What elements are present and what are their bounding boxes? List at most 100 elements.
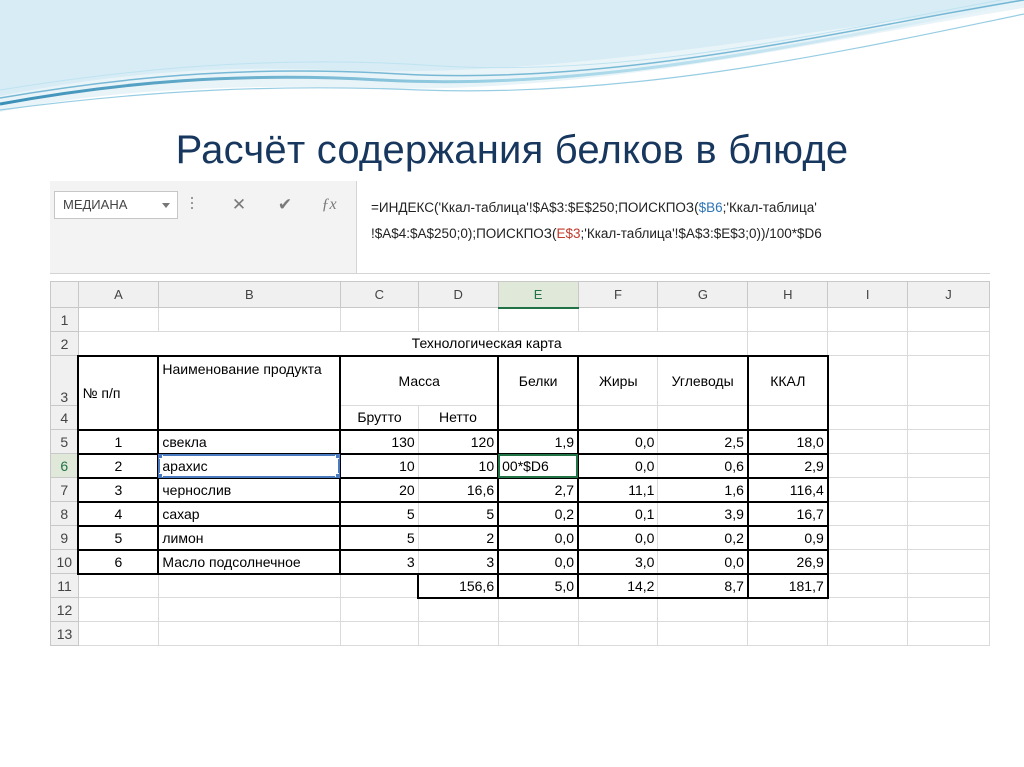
- row-header[interactable]: 2: [50, 331, 79, 356]
- cell-net[interactable]: 10: [417, 453, 500, 479]
- cell[interactable]: [827, 573, 909, 598]
- cell-num[interactable]: 2: [77, 453, 160, 479]
- check-icon[interactable]: ✔: [268, 191, 302, 219]
- cell[interactable]: [77, 307, 159, 332]
- column-header[interactable]: I: [827, 281, 909, 308]
- column-header[interactable]: C: [339, 281, 419, 308]
- cell[interactable]: [157, 307, 341, 332]
- cell[interactable]: [747, 621, 829, 646]
- cell-net[interactable]: 120: [417, 429, 500, 455]
- header-fat-cell[interactable]: Жиры: [577, 354, 659, 406]
- cell[interactable]: [827, 453, 909, 478]
- cell[interactable]: [907, 477, 990, 502]
- header-num-cell[interactable]: № п/п: [77, 354, 160, 431]
- cell-fat[interactable]: 0,0: [577, 453, 659, 479]
- total-carbs[interactable]: 8,7: [657, 573, 749, 599]
- cell[interactable]: [747, 307, 829, 332]
- header-carbs-cell[interactable]: Углеводы: [657, 354, 749, 406]
- cell-name[interactable]: свекла: [157, 429, 342, 455]
- cell[interactable]: [747, 405, 829, 431]
- column-header[interactable]: J: [907, 281, 990, 308]
- cell[interactable]: [907, 355, 990, 406]
- cell-protein[interactable]: 0,2: [497, 501, 580, 527]
- cell-fat[interactable]: 0,0: [577, 429, 659, 455]
- cell-gross[interactable]: 5: [339, 525, 419, 551]
- cell[interactable]: [827, 597, 909, 622]
- cell[interactable]: [497, 621, 579, 646]
- cell-kcal[interactable]: 2,9: [747, 453, 829, 479]
- cell-carbs[interactable]: 0,6: [657, 453, 749, 479]
- header-gross-cell[interactable]: Брутто: [339, 405, 419, 431]
- cell-gross[interactable]: 5: [339, 501, 419, 527]
- cell[interactable]: [577, 621, 659, 646]
- cell[interactable]: [827, 477, 909, 502]
- column-header[interactable]: D: [417, 281, 499, 308]
- cell-name[interactable]: сахар: [157, 501, 342, 527]
- cell[interactable]: [827, 405, 909, 430]
- header-name-cell[interactable]: Наименование продукта: [157, 354, 342, 431]
- cell-gross[interactable]: 20: [339, 477, 419, 503]
- cell[interactable]: [157, 597, 341, 622]
- column-header[interactable]: A: [77, 281, 159, 308]
- row-header[interactable]: 8: [50, 501, 79, 526]
- column-header[interactable]: B: [157, 281, 341, 308]
- row-header[interactable]: 7: [50, 477, 79, 502]
- total-fat[interactable]: 14,2: [577, 573, 659, 599]
- cell-name[interactable]: лимон: [157, 525, 342, 551]
- cell[interactable]: [827, 525, 909, 550]
- cell[interactable]: [907, 573, 990, 598]
- cell-num[interactable]: 5: [77, 525, 160, 551]
- cell-carbs[interactable]: 2,5: [657, 429, 749, 455]
- cell[interactable]: [827, 307, 909, 332]
- cell[interactable]: [907, 453, 990, 478]
- cell-carbs[interactable]: 3,9: [657, 501, 749, 527]
- cell[interactable]: [657, 405, 749, 431]
- cell-name-referenced[interactable]: арахис: [157, 453, 342, 479]
- active-cell-editing[interactable]: 00*$D6: [497, 453, 580, 479]
- row-header[interactable]: 5: [50, 429, 79, 454]
- table-title-cell[interactable]: Технологическая карта: [77, 331, 749, 357]
- cell[interactable]: [657, 621, 749, 646]
- cell[interactable]: [827, 429, 909, 454]
- cell-kcal[interactable]: 0,9: [747, 525, 829, 551]
- cell-protein[interactable]: 0,0: [497, 549, 580, 575]
- resize-handle[interactable]: [159, 454, 164, 459]
- cell-net[interactable]: 3: [417, 549, 500, 575]
- cell[interactable]: [747, 331, 829, 356]
- cell[interactable]: [157, 621, 341, 646]
- row-header[interactable]: 12: [50, 597, 79, 622]
- cell-name[interactable]: чернослив: [157, 477, 342, 503]
- cell[interactable]: [497, 307, 579, 332]
- cell[interactable]: [827, 621, 909, 646]
- row-header[interactable]: 11: [50, 573, 79, 598]
- row-header[interactable]: 6: [50, 453, 79, 478]
- cell-net[interactable]: 16,6: [417, 477, 500, 503]
- cell-kcal[interactable]: 16,7: [747, 501, 829, 527]
- cell-carbs[interactable]: 0,0: [657, 549, 749, 575]
- header-mass-cell[interactable]: Масса: [339, 354, 500, 406]
- row-header[interactable]: 9: [50, 525, 79, 550]
- total-net[interactable]: 156,6: [417, 573, 500, 599]
- cell-kcal[interactable]: 116,4: [747, 477, 829, 503]
- cell[interactable]: [577, 307, 659, 332]
- resize-handle[interactable]: [159, 472, 164, 476]
- column-header[interactable]: F: [577, 281, 659, 308]
- cell-protein[interactable]: 2,7: [497, 477, 580, 503]
- cell-net[interactable]: 2: [417, 525, 500, 551]
- column-header[interactable]: E: [497, 281, 579, 309]
- cell[interactable]: [907, 525, 990, 550]
- cell[interactable]: [907, 501, 990, 526]
- cell-kcal[interactable]: 18,0: [747, 429, 829, 455]
- cell[interactable]: [77, 597, 159, 622]
- cell[interactable]: [907, 405, 990, 430]
- resize-handle[interactable]: [335, 454, 339, 459]
- header-kcal-cell[interactable]: ККАЛ: [747, 354, 829, 406]
- cell[interactable]: [827, 549, 909, 574]
- close-icon[interactable]: ✕: [222, 191, 256, 219]
- cell-gross[interactable]: 3: [339, 549, 419, 575]
- cell-num[interactable]: 6: [77, 549, 160, 575]
- cell[interactable]: [497, 405, 580, 431]
- cell-carbs[interactable]: 0,2: [657, 525, 749, 551]
- cell[interactable]: [827, 501, 909, 526]
- column-header[interactable]: G: [657, 281, 749, 308]
